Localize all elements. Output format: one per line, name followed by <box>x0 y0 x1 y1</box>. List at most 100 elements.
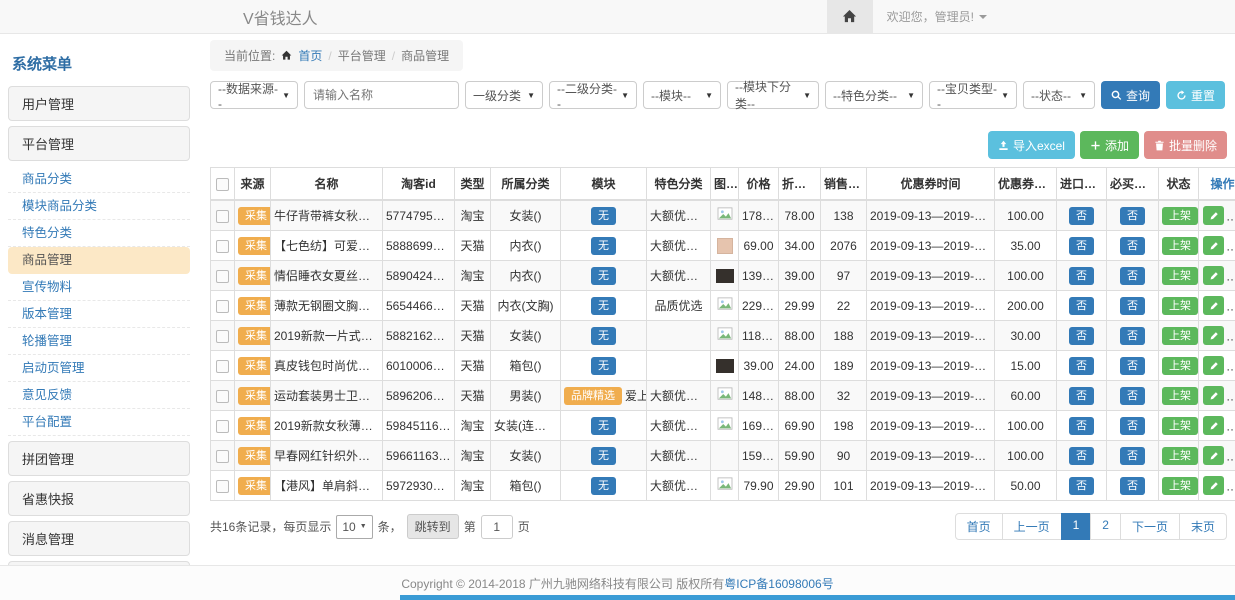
sidebar-group[interactable]: 用户管理 <box>8 86 190 121</box>
imported-badge[interactable]: 否 <box>1069 207 1094 225</box>
status-badge[interactable]: 上架 <box>1162 387 1198 405</box>
edit-button[interactable] <box>1203 206 1224 225</box>
sidebar-group[interactable]: 平台管理 <box>8 126 190 161</box>
status-badge[interactable]: 上架 <box>1162 207 1198 225</box>
sidebar-subitem[interactable]: 平台配置 <box>8 409 190 436</box>
status-badge[interactable]: 上架 <box>1162 477 1198 495</box>
sidebar-subitem[interactable]: 模块商品分类 <box>8 193 190 220</box>
must-buy-badge[interactable]: 否 <box>1120 207 1145 225</box>
edit-button[interactable] <box>1203 446 1224 465</box>
sidebar-subitem[interactable]: 意见反馈 <box>8 382 190 409</box>
imported-badge[interactable]: 否 <box>1069 237 1094 255</box>
imported-badge[interactable]: 否 <box>1069 477 1094 495</box>
sidebar-subitem[interactable]: 轮播管理 <box>8 328 190 355</box>
status-badge[interactable]: 上架 <box>1162 447 1198 465</box>
module-subcategory-select[interactable]: --模块下分类--▼ <box>727 81 819 109</box>
pager-button[interactable]: 下一页 <box>1120 513 1180 540</box>
row-checkbox[interactable] <box>216 300 229 313</box>
jump-page-input[interactable] <box>481 515 513 539</box>
row-checkbox[interactable] <box>216 210 229 223</box>
imported-badge[interactable]: 否 <box>1069 297 1094 315</box>
taoke-id-cell: 589042420344 <box>383 261 455 291</box>
pager-button[interactable]: 1 <box>1061 513 1092 540</box>
row-checkbox[interactable] <box>216 390 229 403</box>
select-all-checkbox[interactable] <box>216 178 229 191</box>
breadcrumb-home-link[interactable]: 首页 <box>298 47 322 64</box>
pager-button[interactable]: 首页 <box>955 513 1003 540</box>
reset-button[interactable]: 重置 <box>1166 81 1225 109</box>
must-buy-badge[interactable]: 否 <box>1120 267 1145 285</box>
special-category-select[interactable]: --特色分类--▼ <box>825 81 923 109</box>
must-buy-badge[interactable]: 否 <box>1120 237 1145 255</box>
row-checkbox-cell <box>211 321 235 351</box>
edit-button[interactable] <box>1203 386 1224 405</box>
imported-badge[interactable]: 否 <box>1069 417 1094 435</box>
module-cell: 品牌精选爱上运动 <box>561 381 647 411</box>
edit-button[interactable] <box>1203 416 1224 435</box>
home-button[interactable] <box>827 0 873 33</box>
search-button[interactable]: 查询 <box>1101 81 1160 109</box>
pager-button[interactable]: 2 <box>1090 513 1121 540</box>
name-input[interactable] <box>304 81 459 109</box>
edit-button[interactable] <box>1203 356 1224 375</box>
imported-badge[interactable]: 否 <box>1069 357 1094 375</box>
batch-delete-button[interactable]: 批量删除 <box>1144 131 1227 159</box>
sidebar-subitem[interactable]: 启动页管理 <box>8 355 190 382</box>
sidebar-subitem[interactable]: 宣传物料 <box>8 274 190 301</box>
module-badge: 品牌精选 <box>564 387 622 405</box>
pager-button[interactable]: 上一页 <box>1002 513 1062 540</box>
item-type-select[interactable]: --宝贝类型--▼ <box>929 81 1017 109</box>
add-button[interactable]: 添加 <box>1080 131 1139 159</box>
import-excel-button[interactable]: 导入excel <box>988 131 1075 159</box>
imported-badge[interactable]: 否 <box>1069 387 1094 405</box>
level2-category-select[interactable]: --二级分类--▼ <box>549 81 637 109</box>
icp-link[interactable]: 粤ICP备16098006号 <box>724 575 833 592</box>
edit-button[interactable] <box>1203 296 1224 315</box>
sidebar-group[interactable]: 省惠快报 <box>8 481 190 516</box>
must-buy-badge[interactable]: 否 <box>1120 357 1145 375</box>
imported-badge[interactable]: 否 <box>1069 447 1094 465</box>
imported-badge[interactable]: 否 <box>1069 327 1094 345</box>
must-buy-badge[interactable]: 否 <box>1120 327 1145 345</box>
row-checkbox[interactable] <box>216 450 229 463</box>
row-checkbox[interactable] <box>216 420 229 433</box>
row-checkbox[interactable] <box>216 480 229 493</box>
sidebar-subitem[interactable]: 商品管理 <box>8 247 190 274</box>
pager-button[interactable]: 末页 <box>1179 513 1227 540</box>
must-buy-badge[interactable]: 否 <box>1120 477 1145 495</box>
status-badge[interactable]: 上架 <box>1162 327 1198 345</box>
row-checkbox[interactable] <box>216 270 229 283</box>
level1-category-select[interactable]: 一级分类▼ <box>465 81 543 109</box>
status-select[interactable]: --状态--▼ <box>1023 81 1095 109</box>
price-cell: 229.99 <box>739 291 779 321</box>
data-source-select[interactable]: --数据来源--▼ <box>210 81 298 109</box>
status-badge[interactable]: 上架 <box>1162 357 1198 375</box>
must-buy-badge[interactable]: 否 <box>1120 417 1145 435</box>
bottom-scroll-strip[interactable] <box>400 595 1235 600</box>
sidebar-subitem[interactable]: 版本管理 <box>8 301 190 328</box>
row-checkbox[interactable] <box>216 240 229 253</box>
edit-button[interactable] <box>1203 326 1224 345</box>
module-select[interactable]: --模块--▼ <box>643 81 721 109</box>
row-checkbox[interactable] <box>216 330 229 343</box>
must-buy-badge[interactable]: 否 <box>1120 387 1145 405</box>
sidebar-group[interactable]: 拼团管理 <box>8 441 190 476</box>
must-buy-badge[interactable]: 否 <box>1120 297 1145 315</box>
sidebar-group[interactable]: 消息管理 <box>8 521 190 556</box>
must-buy-badge[interactable]: 否 <box>1120 447 1145 465</box>
user-menu[interactable]: 欢迎您，管理员! <box>887 8 987 25</box>
row-checkbox[interactable] <box>216 360 229 373</box>
status-badge[interactable]: 上架 <box>1162 297 1198 315</box>
status-badge[interactable]: 上架 <box>1162 417 1198 435</box>
chevron-down-icon <box>979 15 987 19</box>
jump-button[interactable]: 跳转到 <box>407 514 459 539</box>
imported-badge[interactable]: 否 <box>1069 267 1094 285</box>
edit-button[interactable] <box>1203 236 1224 255</box>
status-badge[interactable]: 上架 <box>1162 237 1198 255</box>
status-badge[interactable]: 上架 <box>1162 267 1198 285</box>
edit-button[interactable] <box>1203 266 1224 285</box>
edit-button[interactable] <box>1203 476 1224 495</box>
sidebar-subitem[interactable]: 特色分类 <box>8 220 190 247</box>
per-page-select[interactable]: 10 ▼ <box>336 515 372 539</box>
sidebar-subitem[interactable]: 商品分类 <box>8 166 190 193</box>
